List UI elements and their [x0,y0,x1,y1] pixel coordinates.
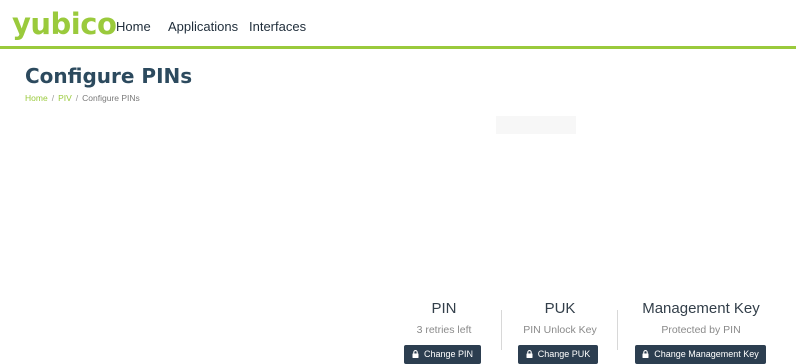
lock-icon [642,349,649,358]
management-key-section: Management Key Protected by PIN [636,300,766,337]
section-divider [617,310,618,350]
change-puk-label: Change PUK [537,349,591,359]
change-pin-button[interactable]: Change PIN [404,345,481,364]
lock-icon [412,349,419,358]
puk-section: PUK PIN Unlock Key [515,300,605,337]
management-key-title: Management Key [642,300,760,317]
change-management-key-button[interactable]: Change Management Key [635,345,766,364]
puk-description-text: PIN Unlock Key [523,324,597,336]
lock-icon [526,349,533,358]
change-management-key-label: Change Management Key [654,349,759,359]
breadcrumb-piv[interactable]: PIV [58,93,72,103]
pin-title: PIN [431,300,457,317]
nav-home[interactable]: Home [116,19,151,35]
section-divider [501,310,502,350]
nav-interfaces[interactable]: Interfaces [249,19,306,35]
change-pin-label: Change PIN [423,349,474,359]
breadcrumb: Home / PIV / Configure PINs [25,93,140,104]
faint-placeholder-block [496,116,576,134]
breadcrumb-separator: / [51,93,55,103]
pin-retries-text: 3 retries left [416,324,472,336]
top-navigation-bar: yubico Home Applications Interfaces [0,0,796,49]
management-key-protection-text: Protected by PIN [661,324,741,336]
breadcrumb-separator: / [75,93,79,103]
puk-title: PUK [544,300,576,317]
nav-applications[interactable]: Applications [168,19,238,35]
change-puk-button[interactable]: Change PUK [518,345,598,364]
yubico-logo[interactable]: yubico [12,6,117,42]
breadcrumb-home[interactable]: Home [25,93,48,103]
pin-section: PIN 3 retries left [404,300,484,337]
page-title: Configure PINs [25,64,193,88]
breadcrumb-current: Configure PINs [82,93,140,103]
